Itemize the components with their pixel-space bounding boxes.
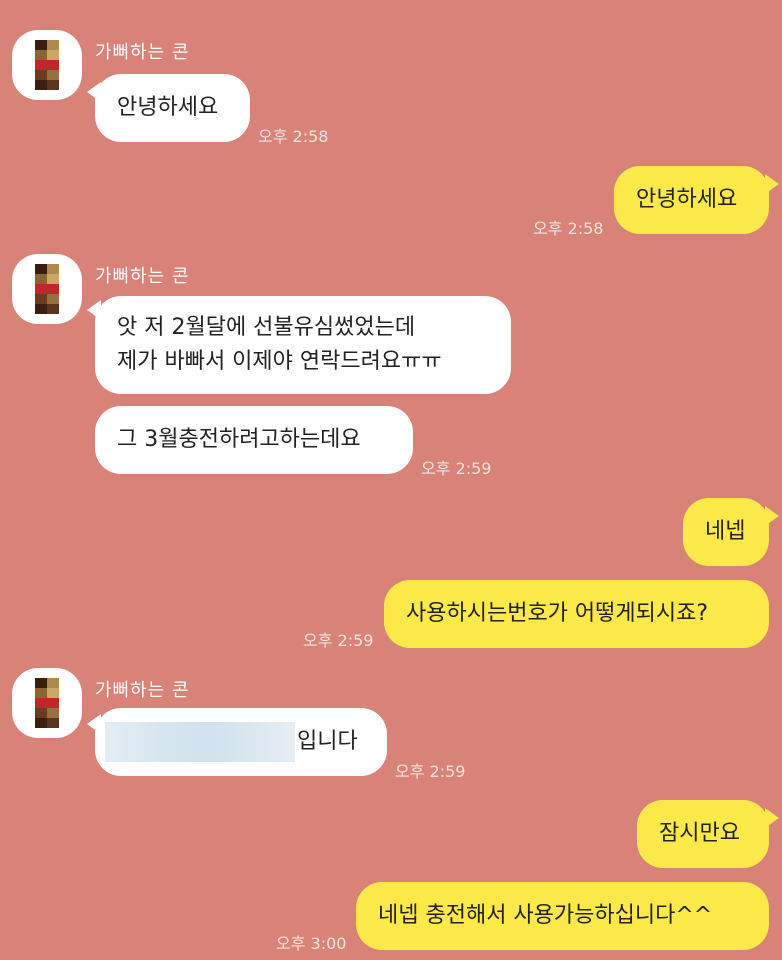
redacted-phone-number [105, 722, 295, 762]
message-bubble[interactable]: 네넵 [683, 498, 769, 566]
avatar-image [35, 678, 59, 728]
sender-name: 가뻐하는 콘 [95, 266, 190, 287]
sender-name: 가뻐하는 콘 [95, 680, 190, 701]
message-time: 오후 2:59 [421, 459, 492, 478]
avatar[interactable] [12, 668, 82, 738]
message-time: 오후 3:00 [276, 934, 347, 953]
sender-name: 가뻐하는 콘 [95, 42, 190, 63]
message-bubble[interactable]: 네넵 충전해서 사용가능하십니다^^ [356, 882, 769, 950]
message-line: 앗 저 2월달에 선불유심썼었는데 [117, 315, 416, 340]
message-bubble[interactable]: 앗 저 2월달에 선불유심썼었는데 제가 바빠서 이제야 연락드려요ㅠㅠ [95, 296, 511, 394]
message-bubble[interactable]: 사용하시는번호가 어떻게되시죠? [384, 580, 769, 648]
message-text: 입니다 [297, 729, 358, 754]
message-bubble[interactable]: 잠시만요 [637, 800, 769, 868]
message-time: 오후 2:59 [395, 762, 466, 781]
message-time: 오후 2:59 [303, 631, 374, 650]
avatar[interactable] [12, 254, 82, 324]
message-bubble[interactable]: 안녕하세요 [614, 166, 769, 234]
avatar-image [35, 40, 59, 90]
message-time: 오후 2:58 [258, 127, 329, 146]
message-bubble[interactable]: 안녕하세요 [95, 74, 250, 142]
message-bubble[interactable]: 입니다 [95, 708, 387, 776]
message-bubble[interactable]: 그 3월충전하려고하는데요 [95, 406, 413, 474]
avatar-image [35, 264, 59, 314]
avatar[interactable] [12, 30, 82, 100]
message-line: 제가 바빠서 이제야 연락드려요ㅠㅠ [117, 349, 442, 374]
message-time: 오후 2:58 [533, 219, 604, 238]
